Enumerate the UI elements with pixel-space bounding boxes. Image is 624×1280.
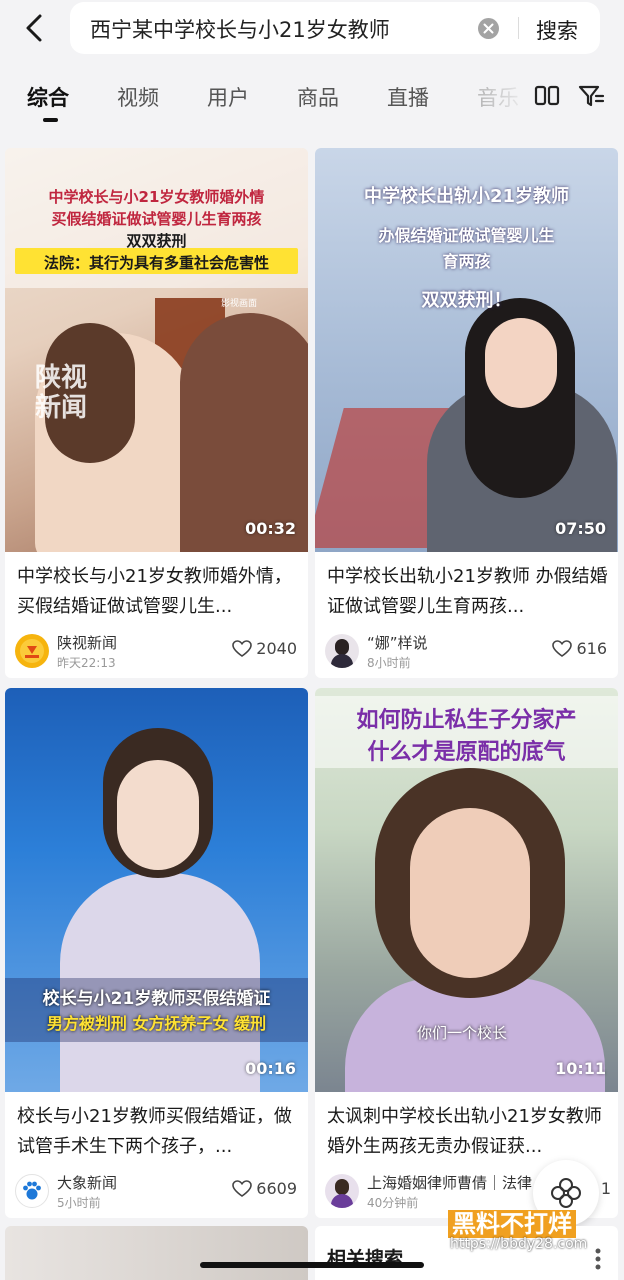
video-duration: 07:50 (555, 519, 606, 538)
brand-watermark: 黑料不打烊 (448, 1204, 576, 1239)
video-duration: 00:32 (245, 519, 296, 538)
video-duration: 10:11 (555, 1059, 606, 1078)
search-header: 西宁某中学校长与小21岁女教师 搜索 (0, 0, 624, 64)
close-icon (483, 23, 494, 34)
brand-watermark-text: 黑料不打烊 (448, 1210, 576, 1238)
heart-icon (232, 639, 253, 657)
search-query-text[interactable]: 西宁某中学校长与小21岁女教师 (90, 14, 390, 44)
man-figure (180, 313, 308, 552)
like-button[interactable]: 616 (552, 639, 607, 658)
tab-fade (470, 66, 530, 126)
author-name[interactable]: 大象新闻 (57, 1172, 117, 1193)
avatar[interactable] (15, 634, 49, 668)
video-thumbnail[interactable]: 中学校长与小21岁女教师婚外情 买假结婚证做试管婴儿生育两孩 双双获刑 法院：其… (5, 148, 308, 552)
avatar[interactable] (325, 634, 359, 668)
clear-search-button[interactable] (478, 18, 499, 39)
overlay-line: 男方被判刑 女方抚养子女 缓刑 (46, 1014, 267, 1033)
back-button[interactable] (14, 8, 54, 48)
author-row: “娜”样说 8小时前 616 (325, 632, 611, 672)
search-divider (518, 17, 519, 39)
video-card[interactable]: 如何防止私生子分家产 什么才是原配的底气 你们一个校长 10:11 太讽刺中学校… (315, 688, 618, 1218)
author-row: 陕视新闻 昨天22:13 2040 (15, 632, 301, 672)
post-time: 8小时前 (367, 656, 411, 670)
anchor-face (117, 760, 199, 870)
channel-logo-icon (20, 639, 44, 663)
post-time: 昨天22:13 (57, 656, 116, 670)
woman-face (410, 808, 530, 978)
avatar[interactable] (325, 1174, 359, 1208)
video-card[interactable]: 中学校长出轨小21岁教师 办假结婚证做试管婴儿生 育两孩 双双获刑！ 07:50… (315, 148, 618, 678)
heart-icon (552, 639, 573, 657)
search-input[interactable]: 西宁某中学校长与小21岁女教师 搜索 (70, 2, 600, 54)
author-name[interactable]: 陕视新闻 (57, 632, 117, 653)
like-button[interactable]: 6609 (232, 1179, 297, 1198)
video-card[interactable]: 中学校长与小21岁女教师婚外情 买假结婚证做试管婴儿生育两孩 双双获刑 法院：其… (5, 148, 308, 678)
video-title[interactable]: 中学校长与小21岁女教师婚外情，买假结婚证做试管婴儿生... (17, 562, 299, 622)
overlay-line: 法院：其行为具有多重社会危害性 (43, 254, 269, 272)
like-count: 6609 (256, 1179, 297, 1198)
video-card[interactable]: 校长与小21岁教师买假结婚证 男方被判刑 女方抚养子女 缓刑 00:16 校长与… (5, 688, 308, 1218)
overlay-line: 中学校长出轨小21岁教师 (363, 186, 570, 207)
search-button[interactable]: 搜索 (536, 15, 578, 45)
tab-video[interactable]: 视频 (117, 82, 159, 112)
heart-icon (232, 1179, 253, 1197)
overlay-line: 育两孩 (442, 252, 491, 271)
overlay-line: 双双获刑！ (421, 290, 512, 311)
more-icon[interactable] (595, 1248, 601, 1270)
video-thumbnail[interactable]: 中学校长出轨小21岁教师 办假结婚证做试管婴儿生 育两孩 双双获刑！ 07:50 (315, 148, 618, 552)
avatar-hair (335, 1179, 349, 1195)
filter-icon[interactable] (577, 82, 605, 110)
video-tag: 影视画面 (221, 299, 258, 309)
avatar[interactable] (15, 1174, 49, 1208)
like-count: 1 (600, 1179, 611, 1198)
overlay-line: 什么才是原配的底气 (367, 740, 566, 765)
author-row: 大象新闻 5小时前 6609 (15, 1172, 301, 1212)
like-count: 616 (576, 639, 607, 658)
video-title[interactable]: 中学校长出轨小21岁教师 办假结婚证做试管婴儿生育两孩... (327, 562, 609, 622)
video-thumbnail[interactable]: 如何防止私生子分家产 什么才是原配的底气 你们一个校长 10:11 (315, 688, 618, 1092)
video-thumbnail[interactable]: 校长与小21岁教师买假结婚证 男方被判刑 女方抚养子女 缓刑 00:16 (5, 688, 308, 1092)
home-indicator[interactable] (200, 1262, 424, 1268)
woman-face (485, 318, 557, 408)
next-card-thumbnail[interactable] (5, 1226, 308, 1280)
avatar-body (331, 1194, 353, 1208)
watermark-url: https://bbdy28.com (450, 1236, 588, 1252)
like-count: 2040 (256, 639, 297, 658)
tab-users[interactable]: 用户 (207, 82, 249, 112)
post-time: 40分钟前 (367, 1196, 419, 1210)
paw-logo-icon (23, 1181, 41, 1200)
author-name[interactable]: 上海婚姻律师曹倩｜法律 (367, 1172, 557, 1193)
overlay-line: 买假结婚证做试管婴儿生育两孩 (51, 210, 262, 228)
video-title[interactable]: 校长与小21岁教师买假结婚证，做试管手术生下两个孩子，... (17, 1102, 299, 1162)
overlay-line: 如何防止私生子分家产 (356, 708, 577, 733)
video-subtitle: 你们一个校长 (417, 1024, 508, 1042)
like-button[interactable]: 2040 (232, 639, 297, 658)
tab-live[interactable]: 直播 (387, 82, 429, 112)
channel-watermark: 陕视 新闻 (35, 363, 88, 423)
overlay-line: 办假结婚证做试管婴儿生 (378, 226, 555, 245)
author-name[interactable]: “娜”样说 (367, 632, 428, 653)
avatar-hair (335, 639, 349, 655)
video-duration: 00:16 (245, 1059, 296, 1078)
post-time: 5小时前 (57, 1196, 101, 1210)
avatar-body (331, 654, 353, 668)
like-button[interactable]: 1 (601, 1179, 611, 1198)
video-title[interactable]: 太讽刺中学校长出轨小21岁女教师婚外生两孩无责办假证获... (327, 1102, 609, 1162)
category-tabs: 综合 视频 用户 商品 直播 音乐 (0, 66, 624, 128)
overlay-line: 中学校长与小21岁女教师婚外情 (48, 188, 265, 206)
overlay-line: 校长与小21岁教师买假结婚证 (42, 989, 271, 1009)
tab-comprehensive[interactable]: 综合 (27, 82, 69, 112)
chevron-left-icon (26, 14, 42, 42)
layout-toggle-icon[interactable] (533, 82, 561, 110)
tab-products[interactable]: 商品 (297, 82, 339, 112)
active-tab-indicator (43, 118, 58, 122)
